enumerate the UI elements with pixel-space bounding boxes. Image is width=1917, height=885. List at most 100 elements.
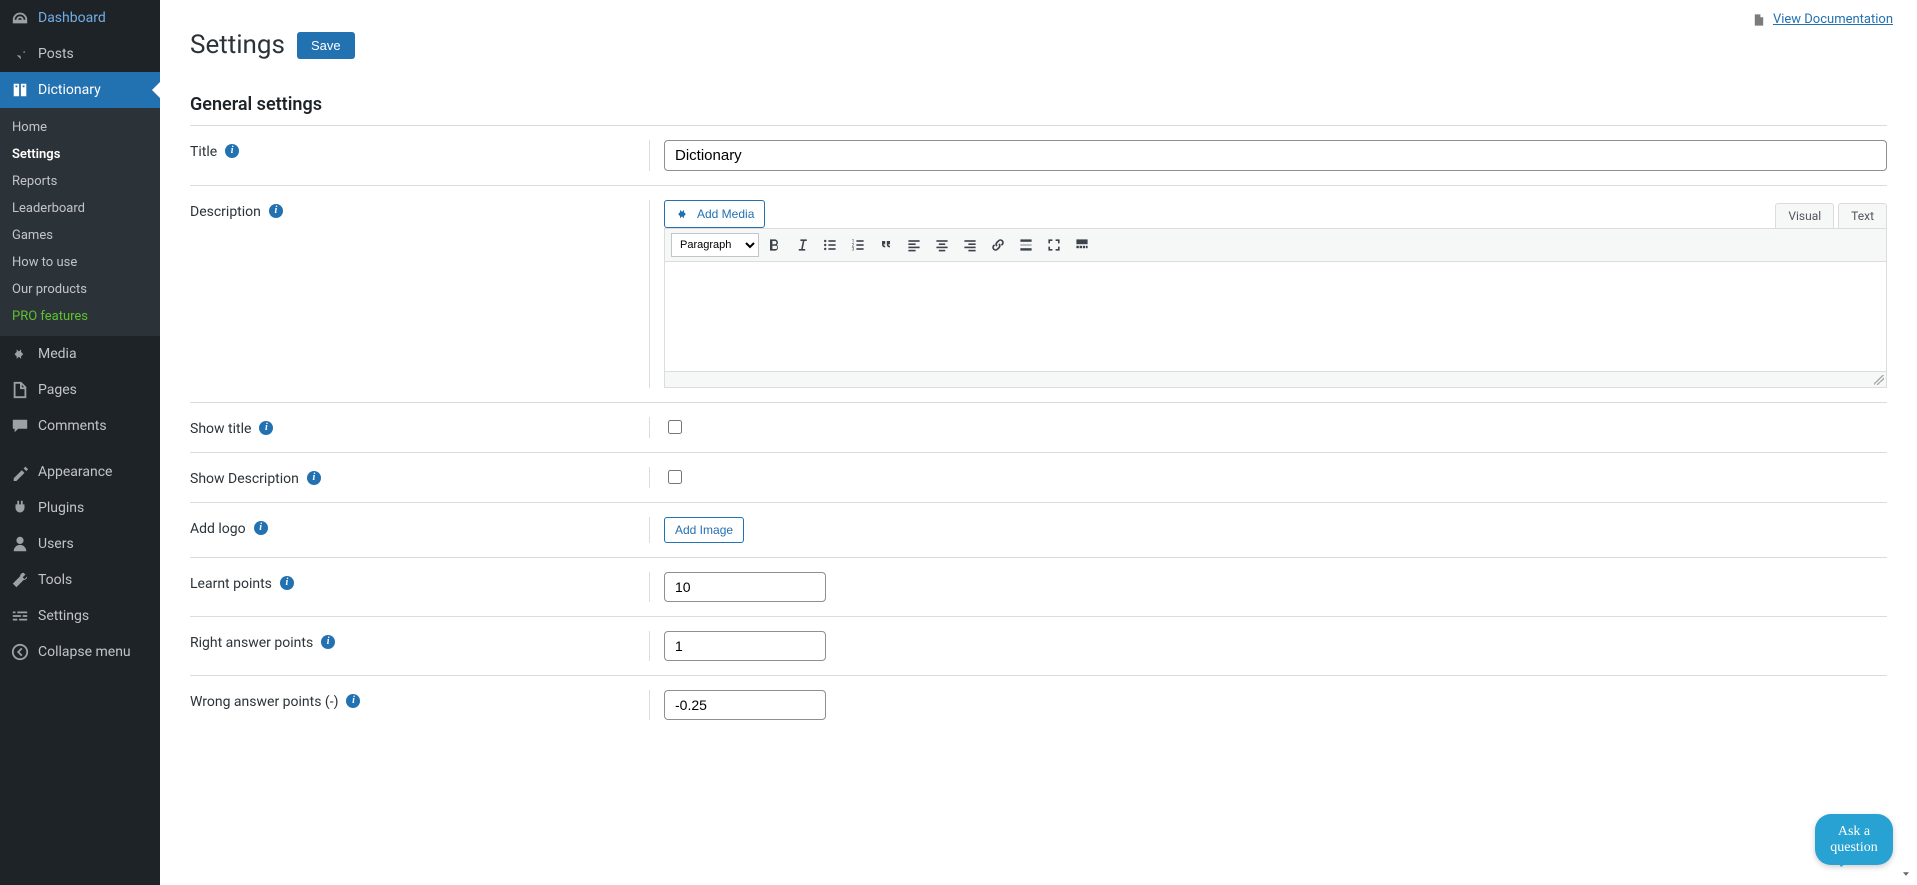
align-center-icon[interactable] (929, 232, 955, 258)
row-show-title: Show title i (190, 403, 1887, 453)
label-learnt-points: Learnt points (190, 576, 272, 592)
info-icon[interactable]: i (259, 421, 273, 435)
pages-icon (10, 380, 30, 400)
info-icon[interactable]: i (321, 635, 335, 649)
sidebar-item-settings[interactable]: Settings (0, 598, 160, 634)
right-answer-points-input[interactable] (664, 631, 826, 661)
ask-line1: Ask a (1838, 824, 1870, 839)
document-icon (1752, 13, 1766, 27)
submenu-leaderboard[interactable]: Leaderboard (0, 195, 160, 222)
sidebar-item-pages[interactable]: Pages (0, 372, 160, 408)
tools-icon (10, 570, 30, 590)
section-general-settings: General settings (190, 94, 1887, 115)
sidebar-item-label: Dictionary (38, 82, 101, 98)
bold-icon[interactable] (761, 232, 787, 258)
toolbar-toggle-icon[interactable] (1069, 232, 1095, 258)
info-icon[interactable]: i (254, 521, 268, 535)
label-add-logo: Add logo (190, 521, 246, 537)
show-description-checkbox[interactable] (668, 470, 682, 484)
submenu-settings[interactable]: Settings (0, 141, 160, 168)
ask-line2: question (1830, 840, 1877, 855)
editor-tab-text[interactable]: Text (1838, 203, 1887, 228)
add-media-button[interactable]: Add Media (664, 200, 765, 228)
sidebar-item-dictionary[interactable]: Dictionary (0, 72, 160, 108)
page-title: Settings (190, 30, 285, 60)
sidebar-collapse-label: Collapse menu (38, 644, 131, 660)
blockquote-icon[interactable] (873, 232, 899, 258)
sidebar-item-tools[interactable]: Tools (0, 562, 160, 598)
info-icon[interactable]: i (307, 471, 321, 485)
learnt-points-input[interactable] (664, 572, 826, 602)
sidebar-item-media[interactable]: Media (0, 336, 160, 372)
label-title: Title (190, 144, 217, 160)
editor-textarea[interactable] (664, 262, 1887, 372)
align-right-icon[interactable] (957, 232, 983, 258)
sidebar-item-label: Posts (38, 46, 74, 62)
dashboard-icon (10, 8, 30, 28)
italic-icon[interactable] (789, 232, 815, 258)
submenu-home[interactable]: Home (0, 114, 160, 141)
fullscreen-icon[interactable] (1041, 232, 1067, 258)
submenu-pro-features[interactable]: PRO features (0, 303, 160, 330)
row-learnt-points: Learnt points i (190, 558, 1887, 617)
submenu-our-products[interactable]: Our products (0, 276, 160, 303)
submenu-reports[interactable]: Reports (0, 168, 160, 195)
sidebar-item-label: Media (38, 346, 77, 362)
plugins-icon (10, 498, 30, 518)
sidebar-item-appearance[interactable]: Appearance (0, 454, 160, 490)
label-right-answer-points: Right answer points (190, 635, 313, 651)
label-show-description: Show Description (190, 471, 299, 487)
sidebar-item-comments[interactable]: Comments (0, 408, 160, 444)
align-left-icon[interactable] (901, 232, 927, 258)
sidebar-item-label: Dashboard (38, 10, 106, 26)
submenu-games[interactable]: Games (0, 222, 160, 249)
link-icon[interactable] (985, 232, 1011, 258)
media-icon (10, 344, 30, 364)
editor-tab-visual[interactable]: Visual (1775, 203, 1834, 228)
ask-question-widget[interactable]: Ask a question (1815, 814, 1893, 865)
wysiwyg-editor: Add Media Visual Text Paragraph 123 (664, 200, 1887, 388)
editor-resize-handle[interactable] (664, 372, 1887, 388)
settings-icon (10, 606, 30, 626)
sidebar-item-posts[interactable]: Posts (0, 36, 160, 72)
sidebar-item-label: Settings (38, 608, 89, 624)
format-select[interactable]: Paragraph (671, 233, 759, 257)
row-description: Description i Add Media Visual Text (190, 186, 1887, 403)
pin-icon (10, 44, 30, 64)
admin-sidebar: Dashboard Posts Dictionary Home Settings… (0, 0, 160, 885)
sidebar-item-label: Comments (38, 418, 107, 434)
label-show-title: Show title (190, 421, 251, 437)
info-icon[interactable]: i (346, 694, 360, 708)
sidebar-item-label: Appearance (38, 464, 112, 480)
scroll-down-indicator[interactable] (1899, 867, 1913, 881)
submenu-how-to-use[interactable]: How to use (0, 249, 160, 276)
sidebar-collapse[interactable]: Collapse menu (0, 634, 160, 670)
number-list-icon[interactable]: 123 (845, 232, 871, 258)
view-documentation-link[interactable]: View Documentation (1773, 12, 1893, 27)
bullet-list-icon[interactable] (817, 232, 843, 258)
read-more-icon[interactable] (1013, 232, 1039, 258)
add-image-button[interactable]: Add Image (664, 517, 744, 543)
sidebar-item-users[interactable]: Users (0, 526, 160, 562)
row-right-answer-points: Right answer points i (190, 617, 1887, 676)
save-button[interactable]: Save (297, 32, 355, 59)
info-icon[interactable]: i (280, 576, 294, 590)
collapse-icon (10, 642, 30, 662)
comments-icon (10, 416, 30, 436)
label-description: Description (190, 204, 261, 220)
wrong-answer-points-input[interactable] (664, 690, 826, 720)
row-wrong-answer-points: Wrong answer points (-) i (190, 676, 1887, 734)
sidebar-item-plugins[interactable]: Plugins (0, 490, 160, 526)
users-icon (10, 534, 30, 554)
title-input[interactable] (664, 140, 1887, 171)
info-icon[interactable]: i (269, 204, 283, 218)
row-show-description: Show Description i (190, 453, 1887, 503)
view-documentation: View Documentation (1752, 12, 1893, 27)
media-add-icon (675, 206, 691, 222)
sidebar-item-dashboard[interactable]: Dashboard (0, 0, 160, 36)
row-add-logo: Add logo i Add Image (190, 503, 1887, 558)
info-icon[interactable]: i (225, 144, 239, 158)
sidebar-item-label: Tools (38, 572, 72, 588)
show-title-checkbox[interactable] (668, 420, 682, 434)
dictionary-icon (10, 80, 30, 100)
